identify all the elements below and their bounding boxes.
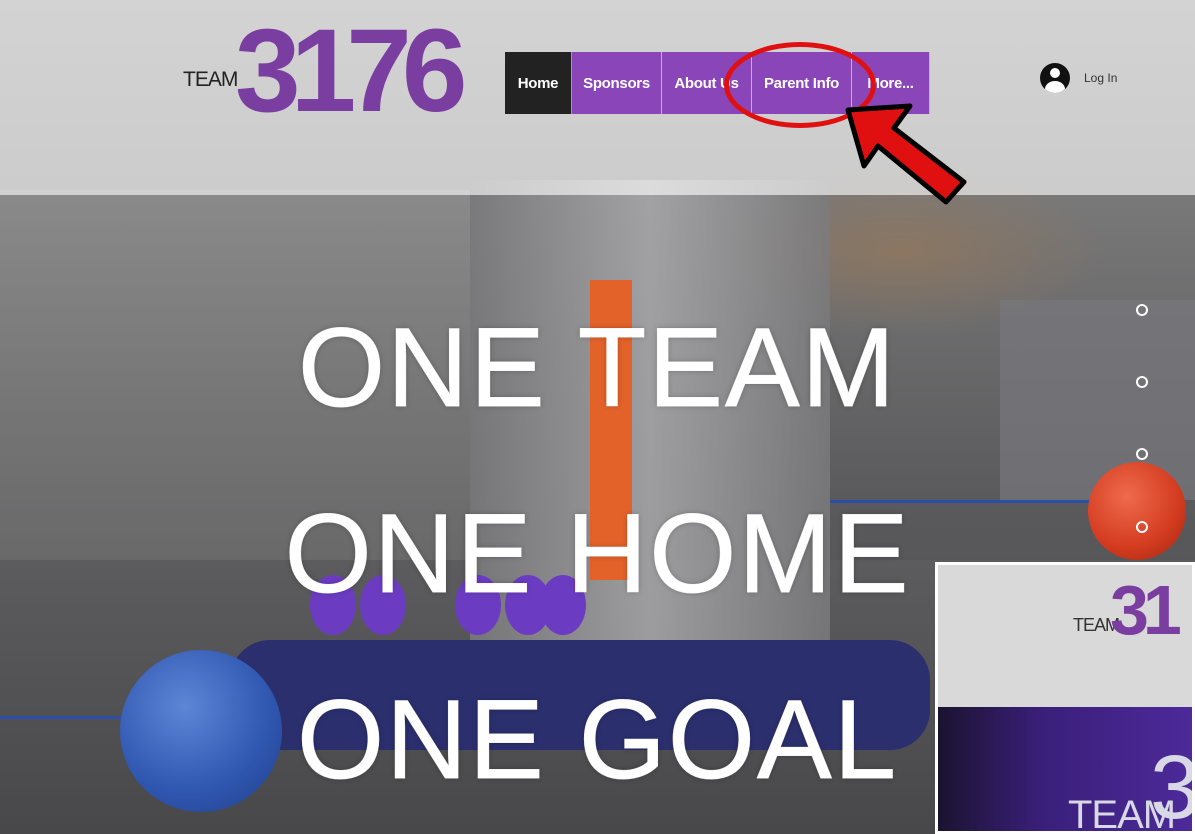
site-header: TEAM 3176 Home Sponsors About Us Parent …	[0, 0, 1195, 195]
thumbnail-logo-number: 31	[1110, 571, 1182, 649]
slide-dot-2[interactable]	[1136, 376, 1148, 388]
preview-thumbnail: TEAM 31 TEAM 3	[935, 562, 1195, 834]
nav-home[interactable]: Home	[505, 52, 572, 114]
team-logo[interactable]: TEAM 3176	[183, 12, 467, 135]
hero-headline-1: ONE TEAM	[298, 305, 897, 430]
slide-dot-3[interactable]	[1136, 448, 1148, 460]
thumbnail-shirt-number: 3	[1150, 743, 1192, 831]
nav-label: Sponsors	[583, 74, 650, 92]
slide-dot-4[interactable]	[1136, 521, 1148, 533]
login-label: Log In	[1084, 71, 1118, 85]
nav-sponsors[interactable]: Sponsors	[572, 52, 662, 114]
arrow-annotation-icon	[845, 103, 967, 205]
logo-word: TEAM	[183, 68, 238, 91]
logo-number: 3176	[235, 5, 467, 137]
slide-dot-1[interactable]	[1136, 304, 1148, 316]
user-avatar-icon	[1040, 63, 1070, 93]
nav-label: Home	[517, 74, 559, 92]
login-button[interactable]: Log In	[1040, 63, 1117, 93]
